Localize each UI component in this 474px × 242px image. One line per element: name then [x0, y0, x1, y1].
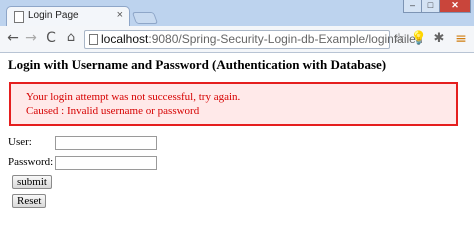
maximize-button[interactable]: □ — [421, 0, 440, 13]
password-label: Password: — [8, 156, 54, 168]
password-field[interactable] — [55, 156, 157, 170]
submit-button[interactable]: submit — [12, 175, 52, 189]
menu-icon[interactable]: ≡ — [452, 30, 470, 48]
page-title: Login with Username and Password (Authen… — [8, 57, 387, 72]
page-icon — [14, 11, 24, 23]
url-path: :9080/Spring-Security-Login-db-Example/l… — [148, 32, 423, 46]
address-bar[interactable]: localhost:9080/Spring-Security-Login-db-… — [84, 30, 423, 49]
tab-title: Login Page — [28, 10, 79, 21]
extension-icon[interactable]: ✱ — [430, 30, 448, 48]
close-window-button[interactable]: ✕ — [439, 0, 471, 13]
browser-chrome: Login Page × – □ ✕ ← → C ⌂ localhost:908… — [0, 0, 474, 53]
username-field[interactable] — [55, 136, 157, 150]
page-info-icon — [89, 34, 98, 45]
user-label: User: — [8, 136, 32, 148]
reset-button[interactable]: Reset — [12, 194, 47, 208]
error-line-2: Caused : Invalid username or password — [26, 105, 200, 117]
forward-arrow-icon[interactable]: → — [22, 29, 40, 47]
url-text: localhost:9080/Spring-Security-Login-db-… — [101, 32, 423, 46]
url-host: localhost — [101, 32, 149, 46]
error-message-box: Your login attempt was not successful, t… — [9, 82, 458, 126]
browser-toolbar: ← → C ⌂ localhost:9080/Spring-Security-L… — [0, 26, 474, 53]
tab-login-page[interactable]: Login Page × — [6, 6, 130, 26]
minimize-button[interactable]: – — [403, 0, 422, 13]
page-content: Login with Username and Password (Authen… — [0, 53, 474, 242]
reload-icon[interactable]: C — [42, 29, 60, 47]
tab-close-icon[interactable]: × — [117, 9, 123, 21]
home-icon[interactable]: ⌂ — [62, 29, 80, 47]
error-line-1: Your login attempt was not successful, t… — [26, 91, 241, 103]
bookmark-star-icon[interactable]: ☆ — [390, 30, 408, 48]
new-tab-button[interactable] — [131, 12, 159, 24]
lightbulb-icon[interactable]: 💡 — [410, 30, 428, 48]
back-arrow-icon[interactable]: ← — [4, 29, 22, 47]
